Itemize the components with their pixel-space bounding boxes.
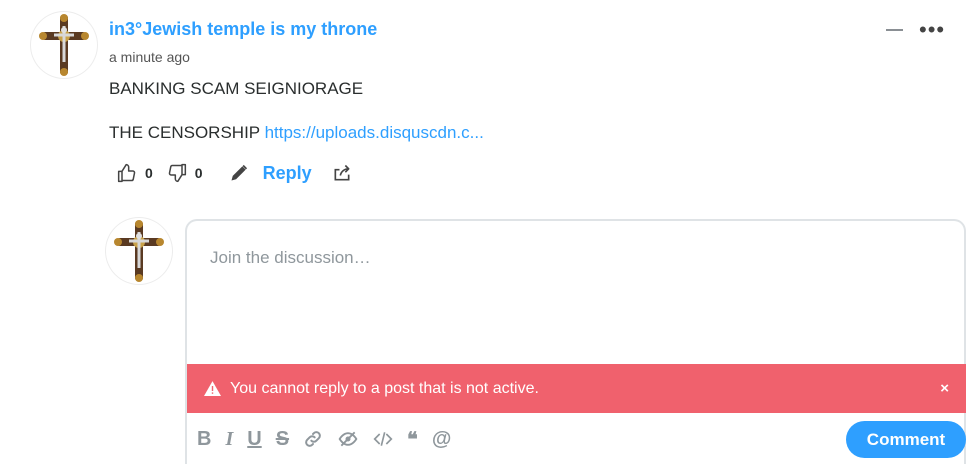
code-icon[interactable] [373, 425, 393, 453]
link-icon[interactable] [303, 425, 323, 453]
downvote-button[interactable]: 0 [167, 163, 203, 183]
quote-icon[interactable]: ❝ [407, 425, 418, 453]
post-body-text: THE CENSORSHIP [109, 123, 265, 142]
strikethrough-icon[interactable]: S [276, 425, 289, 453]
spoiler-icon[interactable] [337, 425, 359, 453]
reply-input-placeholder[interactable]: Join the discussion… [210, 248, 371, 268]
author-avatar[interactable] [31, 12, 97, 78]
post-body-line: BANKING SCAM SEIGNIORAGE [109, 79, 364, 98]
italic-icon[interactable]: I [225, 425, 233, 453]
formatting-toolbar: B I U S ❝ @ [197, 425, 465, 453]
share-button[interactable] [332, 163, 352, 183]
collapse-button[interactable] [886, 29, 903, 31]
post-body-line: THE CENSORSHIP https://uploads.disquscdn… [109, 123, 484, 143]
crucifix-icon [39, 14, 89, 76]
close-alert-button[interactable]: × [940, 380, 949, 397]
bold-icon[interactable]: B [197, 425, 211, 453]
underline-icon[interactable]: U [247, 425, 261, 453]
error-alert: You cannot reply to a post that is not a… [187, 364, 966, 413]
mention-icon[interactable]: @ [432, 425, 452, 453]
share-icon [334, 164, 350, 181]
comment-button[interactable]: Comment [846, 421, 966, 458]
more-options-button[interactable]: ••• [919, 17, 945, 43]
author-name[interactable]: in3°Jewish temple is my throne [109, 19, 377, 40]
post-timestamp[interactable]: a minute ago [109, 49, 190, 65]
warning-icon [204, 381, 221, 396]
upvote-button[interactable]: 0 [117, 163, 153, 183]
edit-button[interactable] [229, 163, 249, 183]
crucifix-icon [114, 220, 164, 282]
reply-button[interactable]: Reply [263, 163, 312, 184]
post-link[interactable]: https://uploads.disquscdn.c... [265, 123, 484, 142]
thumbs-down-icon [168, 163, 186, 183]
upvote-count: 0 [145, 165, 153, 181]
error-message: You cannot reply to a post that is not a… [230, 379, 539, 397]
post-actions: 0 0 Reply [117, 160, 352, 186]
pencil-icon [231, 164, 247, 181]
thumbs-up-icon [117, 163, 136, 183]
current-user-avatar [106, 218, 172, 284]
downvote-count: 0 [194, 165, 203, 181]
